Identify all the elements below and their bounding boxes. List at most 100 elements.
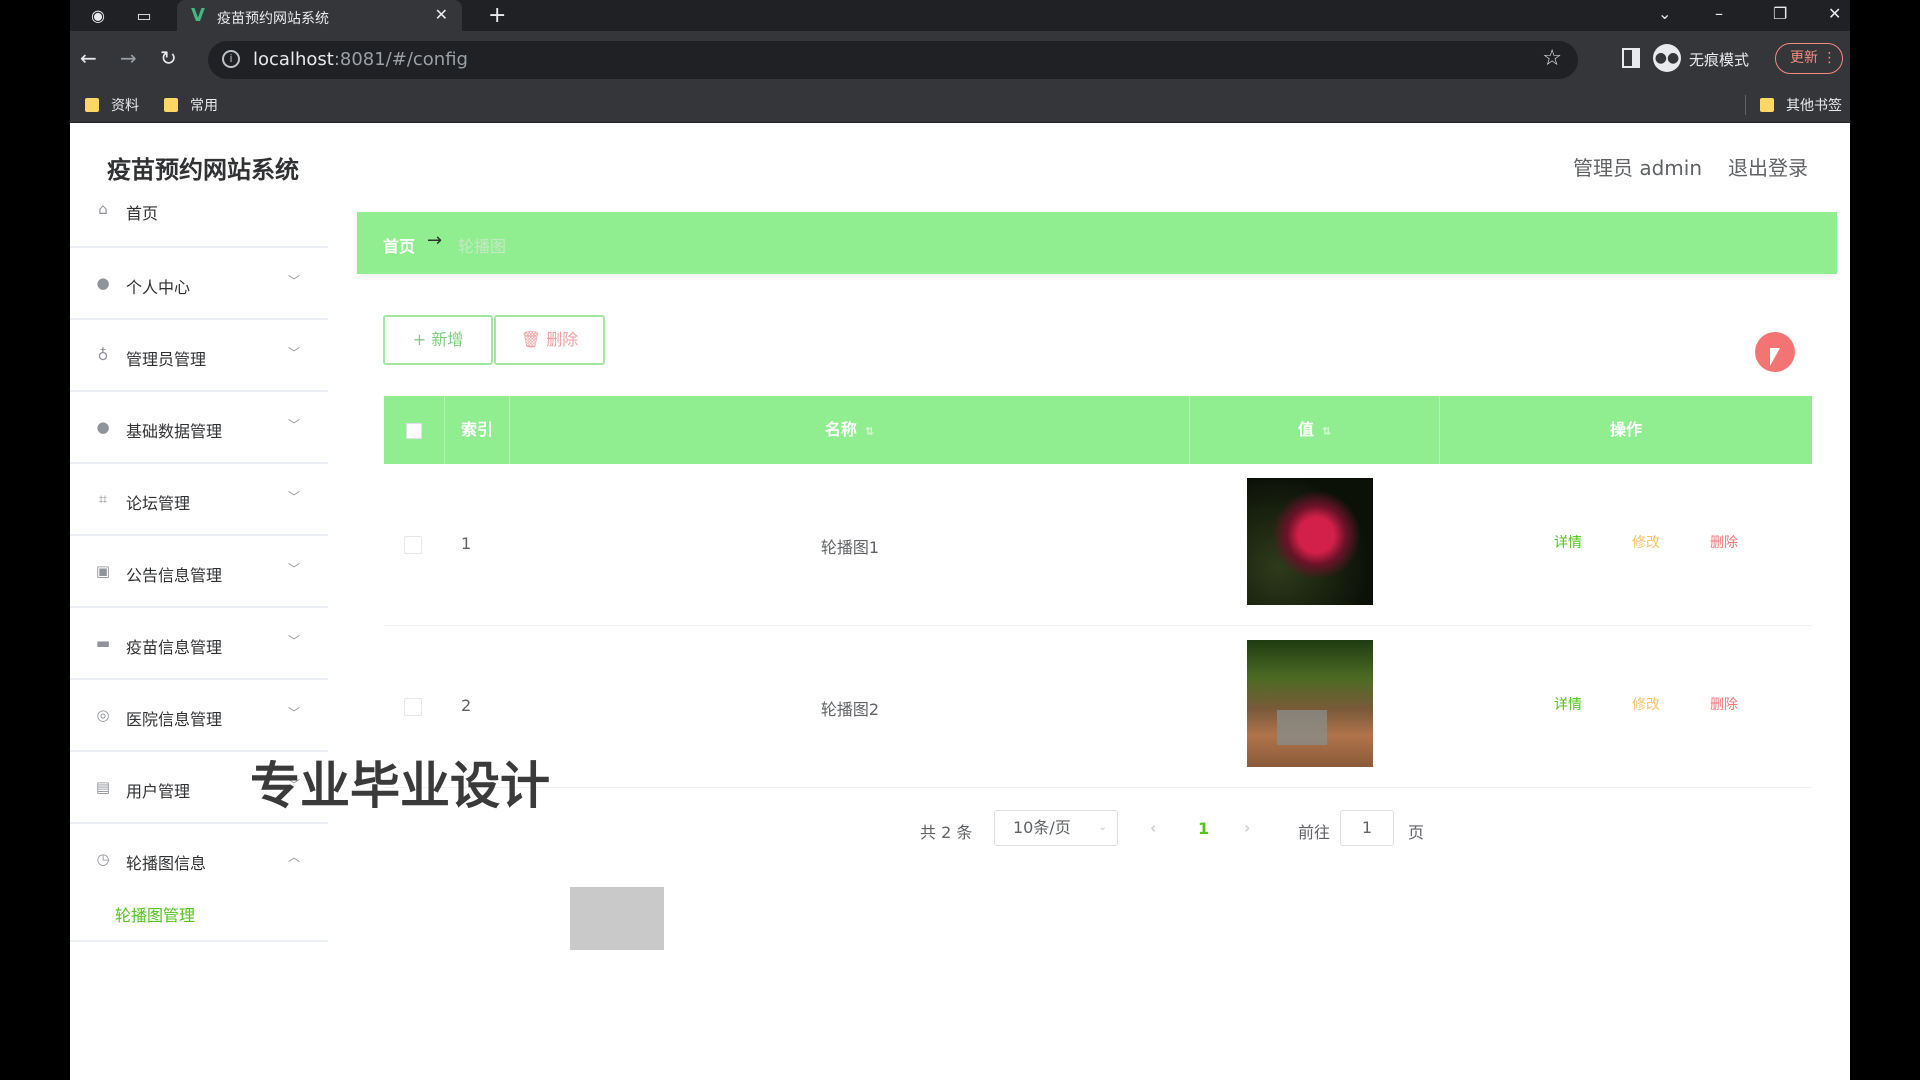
row-name: 轮播图1 [820, 538, 880, 557]
crop-icon: ⌗ [98, 490, 108, 508]
detail-link[interactable]: 详情 [1554, 694, 1582, 714]
restore-icon[interactable]: ❐ [1773, 4, 1787, 23]
bookmark-star-icon[interactable]: ☆ [1542, 46, 1562, 71]
screen: ◉ ▭ V 疫苗预约网站系统 ✕ + ⌄ – ❐ ✕ ← → ↻ i local… [0, 0, 1920, 1080]
tab-switcher-icon[interactable]: ▭ [134, 6, 154, 26]
column-header-value[interactable]: 值 ⇅ [1190, 396, 1440, 464]
arrow-right-icon: → [427, 230, 443, 251]
column-header-actions: 操作 [1609, 420, 1642, 439]
edit-link[interactable]: 修改 [1632, 532, 1660, 552]
folder-icon [164, 98, 178, 112]
sidebar-item-base-data[interactable]: ● 基础数据管理 ﹀ [70, 392, 328, 464]
page-number-current[interactable]: 1 [1198, 819, 1209, 838]
forward-icon[interactable]: → [120, 46, 137, 70]
sort-icon[interactable]: ⇅ [865, 425, 874, 438]
delete-link[interactable]: 删除 [1710, 532, 1738, 552]
goto-label: 前往 [1298, 823, 1331, 842]
tab-close-icon[interactable]: ✕ [435, 5, 448, 24]
data-table: 索引 名称 ⇅ 值 ⇅ 操作 1 轮播图1 详情 修改 删除 2 轮播图2 详情… [384, 396, 1812, 788]
carousel-image-thumbnail[interactable] [1247, 640, 1373, 767]
edit-link[interactable]: 修改 [1632, 694, 1660, 714]
reload-icon[interactable]: ↻ [160, 46, 177, 70]
table-header: 索引 名称 ⇅ 值 ⇅ 操作 [384, 396, 1812, 464]
profile-icon[interactable]: ◉ [88, 6, 108, 26]
admin-user-label: 管理员 admin [1573, 156, 1703, 180]
address-toolbar: ← → ↻ i localhost:8081/#/config ☆ ●● 无痕模… [70, 31, 1850, 87]
sidebar-item-label: 公告信息管理 [126, 566, 223, 585]
sidebar-item-home[interactable]: ⌂ 首页 [70, 174, 328, 248]
back-icon[interactable]: ← [80, 46, 97, 70]
page: 疫苗预约网站系统 管理员 admin 退出登录 ⌂ 首页 ● 个人中心 ﹀ ♁ … [70, 124, 1850, 1080]
delete-button[interactable]: 🗑 删除 [494, 315, 605, 365]
prev-page-icon[interactable]: ‹ [1150, 818, 1156, 837]
column-header-name[interactable]: 名称 ⇅ [510, 396, 1190, 464]
chevron-down-icon: ﹀ [288, 562, 301, 576]
sidebar-item-vaccine[interactable]: ▬ 疫苗信息管理 ﹀ [70, 608, 328, 680]
message-icon: ▬ [95, 634, 111, 652]
sidebar-item-label: 管理员管理 [126, 350, 207, 369]
sidebar-item-personal-center[interactable]: ● 个人中心 ﹀ [70, 248, 328, 320]
update-button[interactable]: 更新 ⋮ [1775, 43, 1843, 74]
sidebar-subitem-carousel-management[interactable]: 轮播图管理 [70, 884, 328, 942]
sidebar-item-label: 论坛管理 [126, 494, 191, 513]
sidebar-item-label: 疫苗信息管理 [126, 638, 223, 657]
sidebar-item-forum[interactable]: ⌗ 论坛管理 ﹀ [70, 464, 328, 536]
browser-window: ◉ ▭ V 疫苗预约网站系统 ✕ + ⌄ – ❐ ✕ ← → ↻ i local… [70, 0, 1850, 1080]
goto-page-input[interactable]: 1 [1340, 810, 1394, 846]
row-index: 1 [461, 534, 472, 553]
add-button[interactable]: + 新增 [383, 315, 493, 365]
breadcrumb: 首页 → 轮播图 [357, 212, 1837, 274]
breadcrumb-home[interactable]: 首页 [383, 233, 415, 257]
sidebar-subitem-label: 轮播图管理 [115, 906, 196, 925]
sidebar-item-label: 用户管理 [126, 782, 191, 801]
chevron-down-icon: ﹀ [288, 346, 301, 360]
delete-link[interactable]: 删除 [1710, 694, 1738, 714]
bookmark-folder-other[interactable]: 其他书签 [1760, 95, 1842, 115]
bookmark-folder-docs[interactable]: 资料 [85, 95, 139, 115]
site-info-icon[interactable]: i [222, 50, 240, 68]
table-row: 2 轮播图2 详情 修改 删除 [384, 626, 1812, 788]
clipboard-icon: ▤ [95, 778, 111, 796]
chevron-down-icon: ﹀ [288, 274, 301, 288]
url-text[interactable]: localhost:8081/#/config [253, 49, 468, 70]
side-panel-icon[interactable] [1622, 48, 1640, 68]
user-icon: ● [96, 274, 110, 292]
sidebar-item-label: 首页 [126, 204, 159, 223]
page-size-select[interactable]: 10条/页 ⌄ [994, 810, 1118, 846]
trash-icon: 🗑 [520, 330, 542, 349]
chevron-down-icon: ﹀ [288, 490, 301, 504]
tab-title: 疫苗预约网站系统 [217, 11, 329, 27]
chevron-up-icon: ︿ [288, 850, 301, 864]
carousel-image-thumbnail[interactable] [1247, 478, 1373, 605]
tab-active[interactable]: V 疫苗预约网站系统 ✕ [177, 0, 462, 31]
minimize-icon[interactable]: – [1715, 4, 1723, 23]
logout-link[interactable]: 退出登录 [1728, 152, 1808, 181]
sort-icon[interactable]: ⇅ [1322, 425, 1331, 438]
detail-link[interactable]: 详情 [1554, 532, 1582, 552]
page-unit-label: 页 [1408, 823, 1425, 842]
omnibox[interactable]: i localhost:8081/#/config ☆ [208, 41, 1578, 79]
user-icon: ● [96, 418, 110, 436]
folder-icon [1760, 98, 1774, 112]
incognito-icon: ●● [1653, 44, 1681, 72]
sidebar-item-carousel[interactable]: ◷ 轮播图信息 ︿ [70, 824, 328, 884]
tab-search-icon[interactable]: ⌄ [1658, 4, 1671, 23]
sidebar-item-admin-management[interactable]: ♁ 管理员管理 ﹀ [70, 320, 328, 392]
bookmark-folder-common[interactable]: 常用 [164, 95, 218, 115]
watermark-overlay: 专业毕业设计 [250, 757, 550, 815]
sidebar-item-announcement[interactable]: ▣ 公告信息管理 ﹀ [70, 536, 328, 608]
sidebar-item-hospital[interactable]: ◎ 医院信息管理 ﹀ [70, 680, 328, 752]
globe-icon: ◎ [96, 706, 110, 724]
row-name: 轮播图2 [820, 700, 880, 719]
close-window-icon[interactable]: ✕ [1828, 4, 1841, 23]
new-tab-icon[interactable]: + [488, 3, 506, 28]
breadcrumb-current: 轮播图 [458, 237, 507, 256]
cursor-icon [1770, 348, 1780, 366]
next-page-icon[interactable]: › [1244, 818, 1250, 837]
sidebar-item-label: 基础数据管理 [126, 422, 223, 441]
bookmarks-bar: 资料 常用 其他书签 [70, 87, 1850, 123]
select-all-checkbox[interactable] [384, 396, 445, 464]
microphone-icon: ♁ [97, 346, 109, 364]
chevron-down-icon: ﹀ [288, 706, 301, 720]
sidebar-item-label: 医院信息管理 [126, 710, 223, 729]
